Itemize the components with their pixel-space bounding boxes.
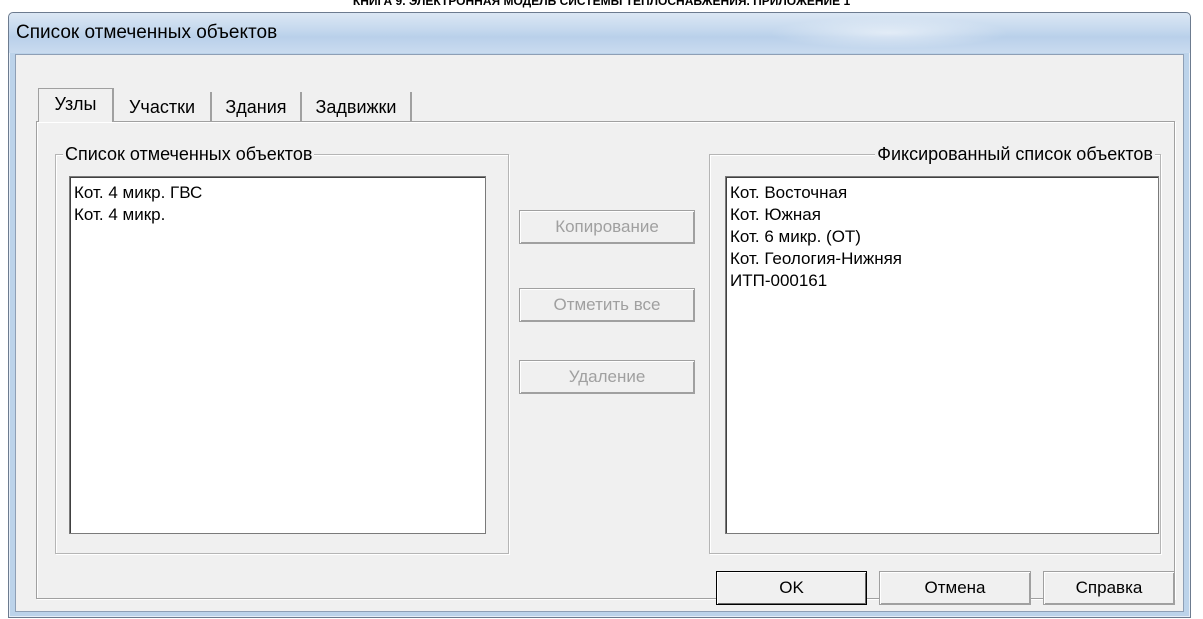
copy-button[interactable]: Копирование xyxy=(519,210,695,244)
marked-objects-label: Список отмеченных объектов xyxy=(63,143,315,165)
tab-sections[interactable]: Участки xyxy=(114,92,212,122)
marked-objects-list[interactable]: Кот. 4 микр. ГВС Кот. 4 микр. xyxy=(69,176,486,534)
list-item[interactable]: Кот. 4 микр. xyxy=(74,204,481,226)
document-header: КНИГА 9. ЭЛЕКТРОННАЯ МОДЕЛЬ СИСТЕМЫ ТЕПЛ… xyxy=(352,0,851,8)
dialog-client-area: Узлы Участки Здания Задвижки Список отме… xyxy=(15,54,1184,612)
tab-valves[interactable]: Задвижки xyxy=(302,92,412,122)
title-bar-glow xyxy=(769,17,1009,49)
window-title: Список отмеченных объектов xyxy=(16,22,278,43)
tab-panel: Список отмеченных объектов Кот. 4 микр. … xyxy=(36,121,1175,599)
list-item[interactable]: Кот. Восточная xyxy=(730,182,1154,204)
list-item[interactable]: Кот. Геология-Нижняя xyxy=(730,248,1154,270)
help-button[interactable]: Справка xyxy=(1043,571,1175,605)
tab-buildings[interactable]: Здания xyxy=(212,92,302,122)
fixed-objects-group: Фиксированный список объектов Кот. Восто… xyxy=(709,143,1161,554)
fixed-objects-list[interactable]: Кот. Восточная Кот. Южная Кот. 6 микр. (… xyxy=(725,176,1159,534)
title-bar[interactable]: Список отмеченных объектов xyxy=(9,13,1190,53)
marked-objects-group: Список отмеченных объектов Кот. 4 микр. … xyxy=(55,143,509,554)
mark-all-button[interactable]: Отметить все xyxy=(519,288,695,322)
list-item[interactable]: Кот. 6 микр. (ОТ) xyxy=(730,226,1154,248)
tab-nodes[interactable]: Узлы xyxy=(38,88,114,122)
dialog-window: Список отмеченных объектов Узлы Участки … xyxy=(8,12,1191,618)
list-item[interactable]: ИТП-000161 xyxy=(730,270,1154,292)
delete-button[interactable]: Удаление xyxy=(519,360,695,394)
cancel-button[interactable]: Отмена xyxy=(879,571,1031,605)
list-item[interactable]: Кот. 4 микр. ГВС xyxy=(74,182,481,204)
ok-button[interactable]: OK xyxy=(716,571,867,605)
fixed-objects-label: Фиксированный список объектов xyxy=(875,143,1155,165)
list-item[interactable]: Кот. Южная xyxy=(730,204,1154,226)
